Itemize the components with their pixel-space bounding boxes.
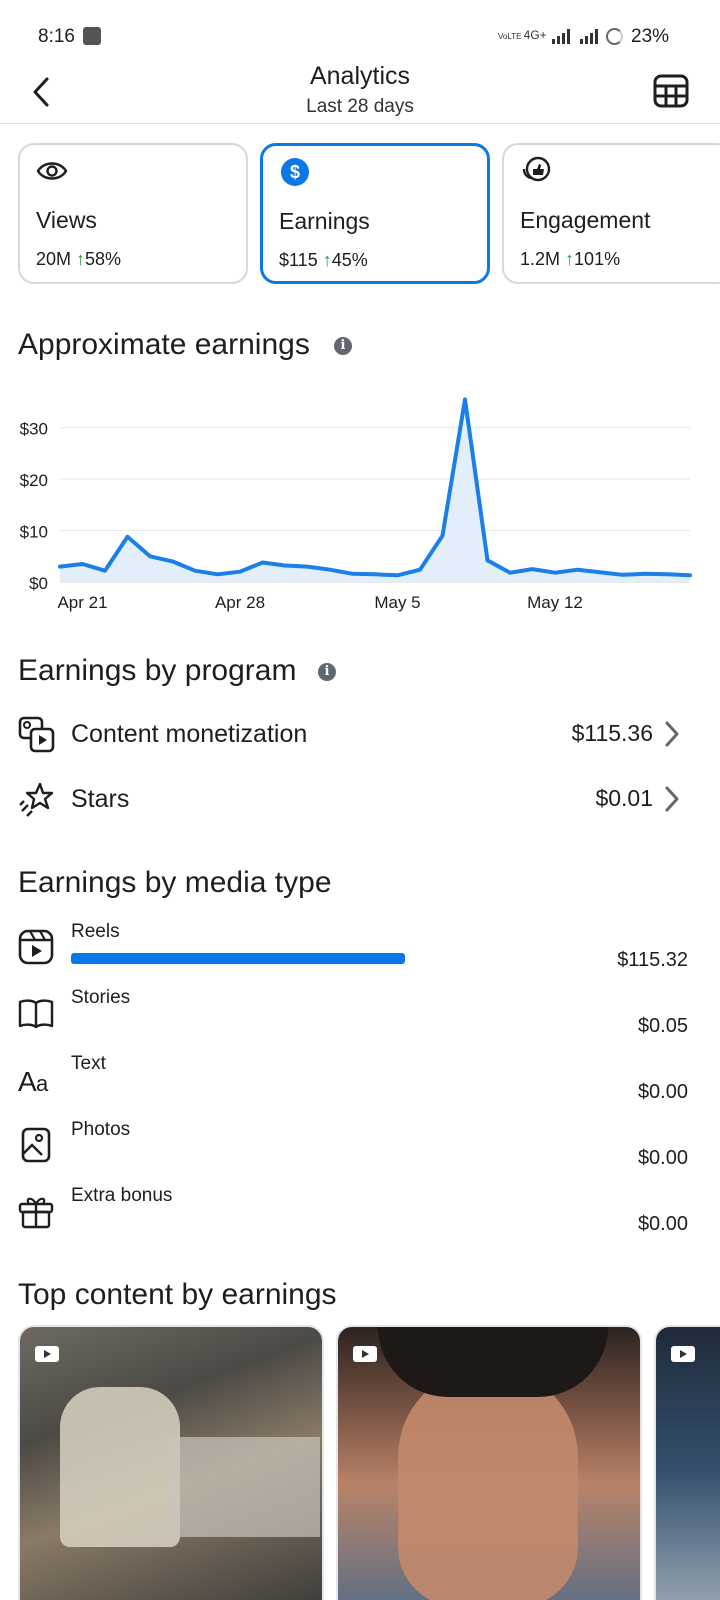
media-row-text: Aa Text $0.00 [0, 1053, 720, 1117]
thumbnail-figure [60, 1387, 180, 1547]
content-thumbnail[interactable] [336, 1325, 642, 1600]
x-tick-label: Apr 21 [57, 593, 107, 612]
thumbs-up-icon [522, 156, 551, 182]
status-bar: 8:16 VoLTE 4G+ 23% [0, 0, 720, 60]
video-icon [671, 1346, 695, 1362]
date-range-subtitle[interactable]: Last 28 days [0, 96, 720, 118]
y-tick-label: $10 [20, 523, 48, 542]
y-tick-label: $30 [20, 420, 48, 439]
earnings-card[interactable]: $ Earnings $115 ↑45% [260, 143, 490, 284]
program-row-stars[interactable]: Stars $0.01 [0, 771, 720, 831]
media-label: Photos [71, 1119, 131, 1140]
approx-earnings-title: Approximate earnings [18, 328, 310, 361]
media-label: Reels [71, 921, 120, 942]
media-row-stories: Stories $0.05 [0, 987, 720, 1051]
stars-icon [19, 782, 54, 817]
media-value: $0.00 [637, 1081, 688, 1103]
card-label: Views [36, 207, 97, 233]
x-tick-label: May 5 [374, 593, 420, 612]
earnings-area [60, 399, 690, 582]
y-tick-label: $0 [29, 574, 48, 593]
media-value: $115.32 [617, 949, 688, 971]
video-icon [353, 1346, 377, 1362]
top-content-title: Top content by earnings [18, 1278, 337, 1311]
video-icon [35, 1346, 59, 1362]
reels-icon [18, 929, 54, 965]
content-monetization-icon [18, 716, 55, 753]
table-icon [653, 74, 689, 108]
content-thumbnail[interactable] [18, 1325, 324, 1600]
card-change: 58% [85, 249, 122, 269]
y-tick-label: $20 [20, 471, 48, 490]
media-share-bar [71, 953, 405, 964]
up-arrow-icon: ↑ [76, 249, 86, 269]
thumbnail-face [398, 1367, 578, 1600]
by-program-title: Earnings by program [18, 654, 297, 687]
dollar-circle-icon: $ [281, 158, 309, 186]
photo-icon [21, 1127, 51, 1163]
eye-icon [36, 162, 68, 180]
program-value: $0.01 [595, 785, 653, 811]
content-thumbnail[interactable] [654, 1325, 720, 1600]
thumbnail-desk [170, 1437, 320, 1537]
network-type: VoLTE 4G+ [498, 28, 547, 42]
by-media-title: Earnings by media type [18, 866, 332, 899]
card-change: 45% [331, 250, 368, 270]
svg-text:A: A [18, 1066, 37, 1097]
svg-text:$: $ [290, 162, 300, 182]
text-icon: Aa [18, 1066, 49, 1097]
media-row-photos: Photos $0.00 [0, 1119, 720, 1183]
media-value: $0.00 [637, 1213, 688, 1235]
book-icon [18, 999, 54, 1029]
media-label: Text [71, 1053, 106, 1074]
media-row-extra-bonus: Extra bonus $0.00 [0, 1185, 720, 1249]
app-notification-icon [83, 27, 101, 45]
page-title: Analytics [309, 62, 411, 90]
info-icon[interactable]: i [318, 663, 336, 681]
chevron-right-icon [665, 786, 679, 812]
signal-icon [552, 29, 570, 44]
svg-text:a: a [36, 1071, 49, 1096]
signal-icon-2 [580, 29, 598, 44]
program-value: $115.36 [571, 720, 653, 746]
x-tick-label: Apr 28 [215, 593, 265, 612]
earnings-chart: $0 $10 $20 $30 Apr 21 Apr 28 May 5 May 12 [20, 397, 692, 612]
card-label: Earnings [279, 208, 370, 234]
table-view-button[interactable] [652, 72, 690, 110]
card-value: $115 ↑45% [279, 250, 368, 270]
gift-icon [18, 1197, 54, 1229]
status-time: 8:16 [38, 26, 75, 47]
media-label: Stories [71, 987, 131, 1008]
top-app-bar: Analytics Last 28 days [0, 60, 720, 124]
battery-ring-icon [606, 28, 623, 45]
media-label: Extra bonus [71, 1185, 173, 1206]
card-change: 101% [574, 249, 621, 269]
views-card[interactable]: Views 20M ↑58% [18, 143, 248, 284]
media-value: $0.00 [637, 1147, 688, 1169]
up-arrow-icon: ↑ [322, 250, 332, 270]
media-value: $0.05 [637, 1015, 688, 1037]
thumbnail-hair [378, 1327, 608, 1397]
card-value: 1.2M ↑101% [520, 249, 621, 269]
metric-cards-carousel[interactable]: Views 20M ↑58% $ Earnings $115 ↑45% Enga… [18, 143, 720, 285]
media-row-reels: Reels $115.32 [0, 921, 720, 985]
card-value: 20M ↑58% [36, 249, 122, 269]
earnings-line [58, 397, 692, 578]
card-label: Engagement [520, 207, 651, 233]
info-icon[interactable]: i [334, 337, 352, 355]
top-content-carousel[interactable] [18, 1325, 720, 1600]
battery-level: 23% [631, 26, 670, 47]
program-row-content-monetization[interactable]: Content monetization $115.36 [0, 706, 720, 766]
chevron-right-icon [665, 721, 679, 747]
program-label: Content monetization [71, 720, 308, 748]
x-tick-label: May 12 [527, 593, 583, 612]
up-arrow-icon: ↑ [565, 249, 575, 269]
program-label: Stars [71, 785, 130, 813]
engagement-card[interactable]: Engagement 1.2M ↑101% [502, 143, 720, 284]
